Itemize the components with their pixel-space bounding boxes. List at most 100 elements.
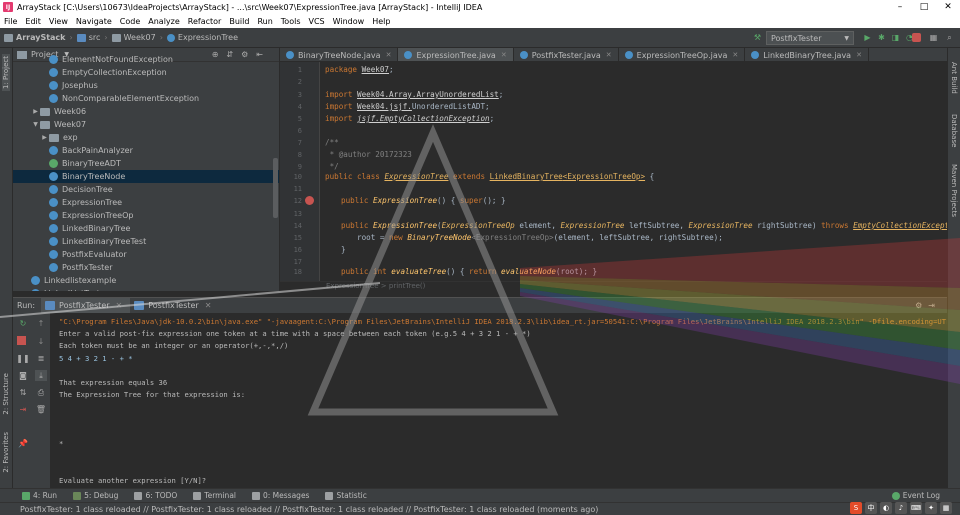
line-number[interactable]: 1 [280, 66, 302, 74]
line-number[interactable]: 9 [280, 163, 302, 171]
menu-edit[interactable]: Edit [21, 17, 45, 26]
stop-icon[interactable] [17, 336, 26, 345]
database-tab[interactable]: Database [950, 114, 958, 147]
keyboard-icon[interactable]: ⌨ [910, 501, 922, 514]
tree-item[interactable]: PostfixEvaluator [13, 248, 279, 261]
close-button[interactable]: ✕ [936, 2, 960, 12]
menu-window[interactable]: Window [329, 17, 369, 26]
tree-item[interactable]: BinaryTreeADT [13, 157, 279, 170]
project-tool-tab[interactable]: 1: Project [2, 54, 10, 91]
menu-navigate[interactable]: Navigate [72, 17, 116, 26]
tree-item[interactable]: BackPainAnalyzer [13, 144, 279, 157]
tree-item[interactable]: LinkedBinaryTree [13, 222, 279, 235]
minimize-button[interactable]: – [888, 2, 912, 12]
gear-icon[interactable]: ⚙ [915, 301, 928, 310]
line-number[interactable]: 13 [280, 210, 302, 218]
structure-tool-tab[interactable]: 2: Structure [2, 373, 10, 415]
maven-projects-tab[interactable]: Maven Projects [950, 164, 958, 217]
code-editor[interactable]: package Week07; import Week04.Array.Arra… [322, 62, 947, 281]
run-tab[interactable]: PostfixTester ✕ [130, 298, 219, 313]
pin-icon[interactable]: 📌 [17, 438, 29, 449]
line-number[interactable]: 15 [280, 234, 302, 242]
maximize-button[interactable]: □ [912, 2, 936, 12]
editor-tab[interactable]: LinkedBinaryTree.java ✕ [745, 48, 869, 61]
menu-refactor[interactable]: Refactor [184, 17, 226, 26]
line-number[interactable]: 7 [280, 139, 302, 147]
editor-tab[interactable]: ExpressionTree.java ✕ [398, 48, 514, 61]
console-output[interactable]: "C:\Program Files\Java\jdk-10.0.2\bin\ja… [55, 313, 947, 489]
menu-code[interactable]: Code [116, 17, 144, 26]
build-hammer-icon[interactable]: ⚒ [752, 32, 763, 43]
grid-icon[interactable]: ▦ [940, 501, 952, 514]
menu-view[interactable]: View [45, 17, 72, 26]
chevron-right-icon[interactable]: ▶ [40, 134, 49, 141]
close-tab-icon[interactable]: ✕ [732, 51, 738, 59]
tool-window-button[interactable]: 4: Run [14, 491, 65, 500]
close-tab-icon[interactable]: ✕ [116, 301, 123, 310]
breadcrumb-project[interactable]: ArrayStack [0, 33, 70, 42]
tree-item[interactable]: Linkedlistexample [13, 274, 279, 287]
line-number[interactable]: 5 [280, 115, 302, 123]
line-number[interactable]: 2 [280, 78, 302, 86]
trash-icon[interactable]: 🗑 [35, 404, 47, 415]
close-tab-icon[interactable]: ✕ [501, 51, 507, 59]
menu-run[interactable]: Run [253, 17, 276, 26]
editor-tab[interactable]: BinaryTreeNode.java ✕ [280, 48, 399, 61]
breadcrumb-class[interactable]: ExpressionTree [163, 33, 242, 42]
line-number[interactable]: 14 [280, 222, 302, 230]
ant-build-tab[interactable]: Ant Build [950, 62, 958, 94]
tool-window-button[interactable]: 6: TODO [126, 491, 185, 500]
close-tab-icon[interactable]: ✕ [386, 51, 392, 59]
tree-item[interactable]: ▶ Week06 [13, 105, 279, 118]
print-icon[interactable]: ⎙ [35, 387, 47, 398]
line-number[interactable]: 10 [280, 173, 302, 181]
line-number[interactable]: 8 [280, 151, 302, 159]
tree-item[interactable]: PostfixTester [13, 261, 279, 274]
tool-window-button[interactable]: Statistic [317, 491, 374, 500]
pause-icon[interactable]: ❚❚ [16, 353, 29, 364]
tool-window-button[interactable]: 0: Messages [244, 491, 317, 500]
tree-item[interactable]: ▶ exp [13, 131, 279, 144]
close-tab-icon[interactable]: ✕ [856, 51, 862, 59]
menu-build[interactable]: Build [225, 17, 253, 26]
menu-file[interactable]: File [0, 17, 21, 26]
scroll-to-end-icon[interactable]: ⤓ [35, 370, 47, 381]
tool-window-button[interactable]: 5: Debug [65, 491, 126, 500]
restore-layout-icon[interactable]: ⇅ [17, 387, 29, 398]
breakpoint-icon[interactable] [305, 196, 314, 205]
menu-vcs[interactable]: VCS [305, 17, 329, 26]
tree-item[interactable]: ExpressionTreeOp [13, 209, 279, 222]
line-number[interactable]: 17 [280, 258, 302, 266]
rerun-icon[interactable]: ↻ [17, 318, 29, 329]
gear-icon[interactable]: ⚙ [241, 50, 256, 59]
collapse-all-icon[interactable]: ⇵ [226, 50, 241, 59]
exit-icon[interactable]: ⇥ [17, 404, 29, 415]
soft-wrap-icon[interactable]: ≣ [35, 353, 47, 364]
line-number[interactable]: 6 [280, 127, 302, 135]
tree-item[interactable]: BinaryTreeNode [13, 170, 279, 183]
editor-tab[interactable]: ExpressionTreeOp.java ✕ [619, 48, 746, 61]
line-number[interactable]: 16 [280, 246, 302, 254]
tree-item[interactable]: EmptyCollectionException [13, 66, 279, 79]
tree-item[interactable]: ExpressionTree [13, 196, 279, 209]
close-tab-icon[interactable]: ✕ [205, 301, 212, 310]
mic-icon[interactable]: ♪ [895, 501, 907, 514]
run-config-select[interactable]: PostfixTester ▼ [766, 31, 854, 45]
chevron-down-icon[interactable]: ▼ [31, 121, 40, 128]
hide-icon[interactable]: ⇤ [256, 50, 271, 59]
breadcrumb-src[interactable]: src [73, 33, 105, 42]
coverage-icon[interactable]: ◨ [890, 32, 901, 43]
breadcrumb-package[interactable]: Week07 [108, 33, 160, 42]
menu-analyze[interactable]: Analyze [144, 17, 184, 26]
project-structure-icon[interactable]: ▦ [928, 32, 939, 43]
tree-item[interactable]: ▼ Week07 [13, 118, 279, 131]
debug-icon[interactable]: ✱ [876, 32, 887, 43]
line-number[interactable]: 18 [280, 268, 302, 276]
shirt-icon[interactable]: ✦ [925, 501, 937, 514]
up-arrow-icon[interactable]: ↑ [35, 318, 47, 329]
tree-item[interactable]: DecisionTree [13, 183, 279, 196]
tool-window-button[interactable]: Terminal [185, 491, 244, 500]
down-arrow-icon[interactable]: ↓ [35, 336, 47, 347]
line-number[interactable]: 11 [280, 185, 302, 193]
camera-icon[interactable]: ◙ [17, 370, 29, 381]
